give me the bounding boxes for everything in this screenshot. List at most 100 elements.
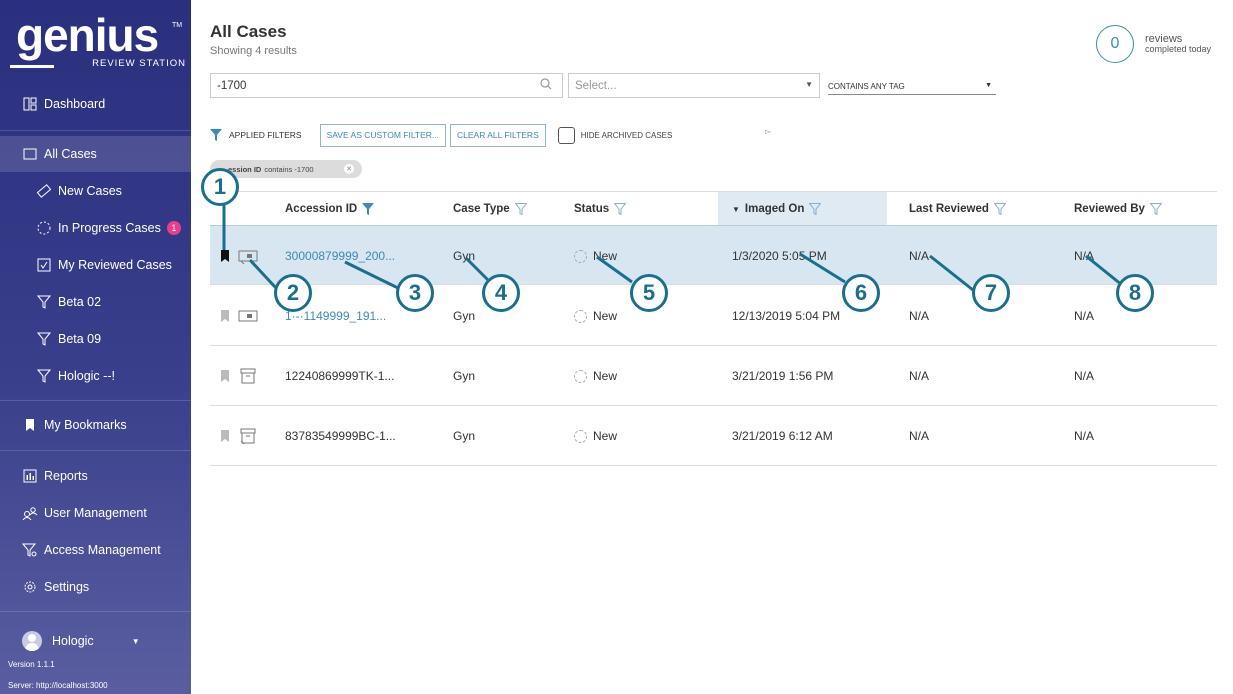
reviewed-by: N/A xyxy=(1074,369,1095,383)
column-header-reviewed-by[interactable]: Reviewed By xyxy=(1074,192,1162,226)
sidebar-item-access-management[interactable]: Access Management xyxy=(0,532,191,568)
filter-icon[interactable] xyxy=(993,203,1006,215)
filter-chip-condition: contains -1700 xyxy=(264,164,314,174)
column-header-case-type[interactable]: Case Type xyxy=(453,192,527,226)
sidebar-divider xyxy=(0,130,191,131)
bookmark-icon[interactable] xyxy=(220,249,230,263)
sidebar-item-my-bookmarks[interactable]: My Bookmarks xyxy=(0,407,191,443)
sidebar-item-in-progress[interactable]: In Progress Cases 1 xyxy=(0,210,191,246)
filter-chip-field: ession ID xyxy=(228,164,262,174)
archive-icon xyxy=(240,368,256,384)
dashboard-icon xyxy=(22,96,38,112)
checkbox-icon xyxy=(36,257,52,273)
case-type: Gyn xyxy=(453,429,476,443)
tag-mode-value: CONTAINS ANY TAG xyxy=(828,82,905,91)
chevron-down-icon: ▼ xyxy=(985,82,992,89)
callout-3: 3 xyxy=(396,274,434,312)
hide-archived-label: HIDE ARCHIVED CASES xyxy=(580,130,673,140)
bookmark-icon[interactable] xyxy=(220,309,230,323)
reviews-completed-widget: 0 reviews completed today xyxy=(1096,25,1211,63)
mouse-cursor-icon: ▻ xyxy=(765,127,772,136)
callout-1: 1 xyxy=(201,168,239,206)
progress-icon xyxy=(36,220,52,236)
imaged-on: 3/21/2019 6:12 AM xyxy=(732,429,833,443)
search-icon[interactable] xyxy=(540,78,552,90)
status-label: New xyxy=(593,309,618,323)
status: New xyxy=(574,286,617,346)
search-input[interactable]: -1700 xyxy=(210,73,563,98)
accession-id[interactable]: 12240869999TK-1... xyxy=(285,346,394,406)
sidebar-item-settings[interactable]: Settings xyxy=(0,569,191,605)
applied-filters-bar: APPLIED FILTERS SAVE AS CUSTOM FILTER...… xyxy=(210,123,672,147)
filter-icon[interactable] xyxy=(614,203,627,215)
bookmark-icon[interactable] xyxy=(220,369,230,383)
callout-2: 2 xyxy=(274,274,312,312)
tag-select-placeholder: Select... xyxy=(575,79,617,92)
filter-icon xyxy=(210,129,222,141)
case-type: Gyn xyxy=(453,309,476,323)
filter-icon xyxy=(36,331,52,347)
last-reviewed: N/A xyxy=(909,429,930,443)
status-new-icon xyxy=(574,369,587,383)
status-label: New xyxy=(593,429,618,443)
callout-6: 6 xyxy=(842,274,880,312)
column-header-status[interactable]: Status xyxy=(574,192,627,226)
table-row[interactable]: 1·-·1149999_191... Gyn New 12/13/2019 5:… xyxy=(210,286,1217,346)
callout-5: 5 xyxy=(630,274,668,312)
sidebar-divider xyxy=(0,611,191,612)
hide-archived-checkbox[interactable] xyxy=(557,126,575,144)
last-reviewed: N/A xyxy=(909,309,930,323)
column-label: Accession ID xyxy=(285,203,358,215)
reports-icon xyxy=(22,468,38,484)
tag-mode-select[interactable]: CONTAINS ANY TAG ▼ xyxy=(828,80,996,95)
save-custom-filter-button[interactable]: SAVE AS CUSTOM FILTER... xyxy=(319,123,447,147)
sidebar-item-label: User Management xyxy=(44,506,147,520)
column-label: Case Type xyxy=(453,203,510,215)
user-menu[interactable]: Hologic ▼ xyxy=(22,631,140,651)
table-row[interactable]: 12240869999TK-1... Gyn New 3/21/2019 1:5… xyxy=(210,346,1217,406)
sidebar-item-beta-02[interactable]: Beta 02 xyxy=(0,284,191,320)
sidebar-item-all-cases[interactable]: All Cases xyxy=(0,136,191,172)
column-header-accession-id[interactable]: Accession ID xyxy=(285,192,375,226)
sidebar-item-label: In Progress Cases xyxy=(58,221,161,235)
sidebar: genius TM REVIEW STATION Dashboard All C… xyxy=(0,0,191,694)
case-slide-icon xyxy=(238,250,258,264)
sidebar-item-reports[interactable]: Reports xyxy=(0,458,191,494)
sidebar-item-new-cases[interactable]: New Cases xyxy=(0,173,191,209)
status-label: New xyxy=(593,249,618,263)
column-label: Last Reviewed xyxy=(909,203,989,215)
status-label: New xyxy=(593,369,618,383)
sidebar-item-label: Beta 02 xyxy=(58,295,102,309)
count-badge: 1 xyxy=(166,221,181,235)
sidebar-item-my-reviewed[interactable]: My Reviewed Cases xyxy=(0,247,191,283)
tag-select[interactable]: Select... ▼ xyxy=(568,73,820,98)
status: New xyxy=(574,406,617,466)
case-slide-icon xyxy=(238,310,258,322)
sidebar-item-label: My Reviewed Cases xyxy=(58,258,172,272)
slide-icon xyxy=(36,183,52,199)
sidebar-item-hologic-filter[interactable]: Hologic --! xyxy=(0,358,191,394)
filter-icon[interactable] xyxy=(362,203,375,215)
chevron-down-icon: ▼ xyxy=(805,80,813,89)
sidebar-item-user-management[interactable]: User Management xyxy=(0,495,191,531)
filter-icon[interactable] xyxy=(1149,203,1162,215)
column-header-last-reviewed[interactable]: Last Reviewed xyxy=(909,192,1006,226)
sidebar-item-beta-09[interactable]: Beta 09 xyxy=(0,321,191,357)
table-row[interactable]: 83783549999BC-1... Gyn New 3/21/2019 6:1… xyxy=(210,406,1217,466)
sidebar-item-dashboard[interactable]: Dashboard xyxy=(0,86,191,122)
imaged-on: 3/21/2019 1:56 PM xyxy=(732,369,834,383)
table-row[interactable]: 30000879999_200... Gyn New 1/3/2020 5:05… xyxy=(210,225,1217,285)
gear-icon xyxy=(22,579,38,595)
reviews-sublabel: completed today xyxy=(1145,44,1212,55)
imaged-on: 1/3/2020 5:05 PM xyxy=(732,249,827,263)
accession-id[interactable]: 83783549999BC-1... xyxy=(285,406,396,466)
imaged-on: 12/13/2019 5:04 PM xyxy=(732,309,841,323)
bookmark-icon[interactable] xyxy=(220,429,230,443)
status: New xyxy=(574,346,617,406)
version-text: Version 1.1.1 xyxy=(8,660,55,669)
column-header-imaged-on[interactable]: ▼ Imaged On xyxy=(718,192,887,226)
filter-icon[interactable] xyxy=(514,203,527,215)
filter-icon[interactable] xyxy=(809,203,822,215)
close-icon[interactable]: ✕ xyxy=(344,164,354,174)
clear-all-filters-button[interactable]: CLEAR ALL FILTERS xyxy=(450,123,546,147)
